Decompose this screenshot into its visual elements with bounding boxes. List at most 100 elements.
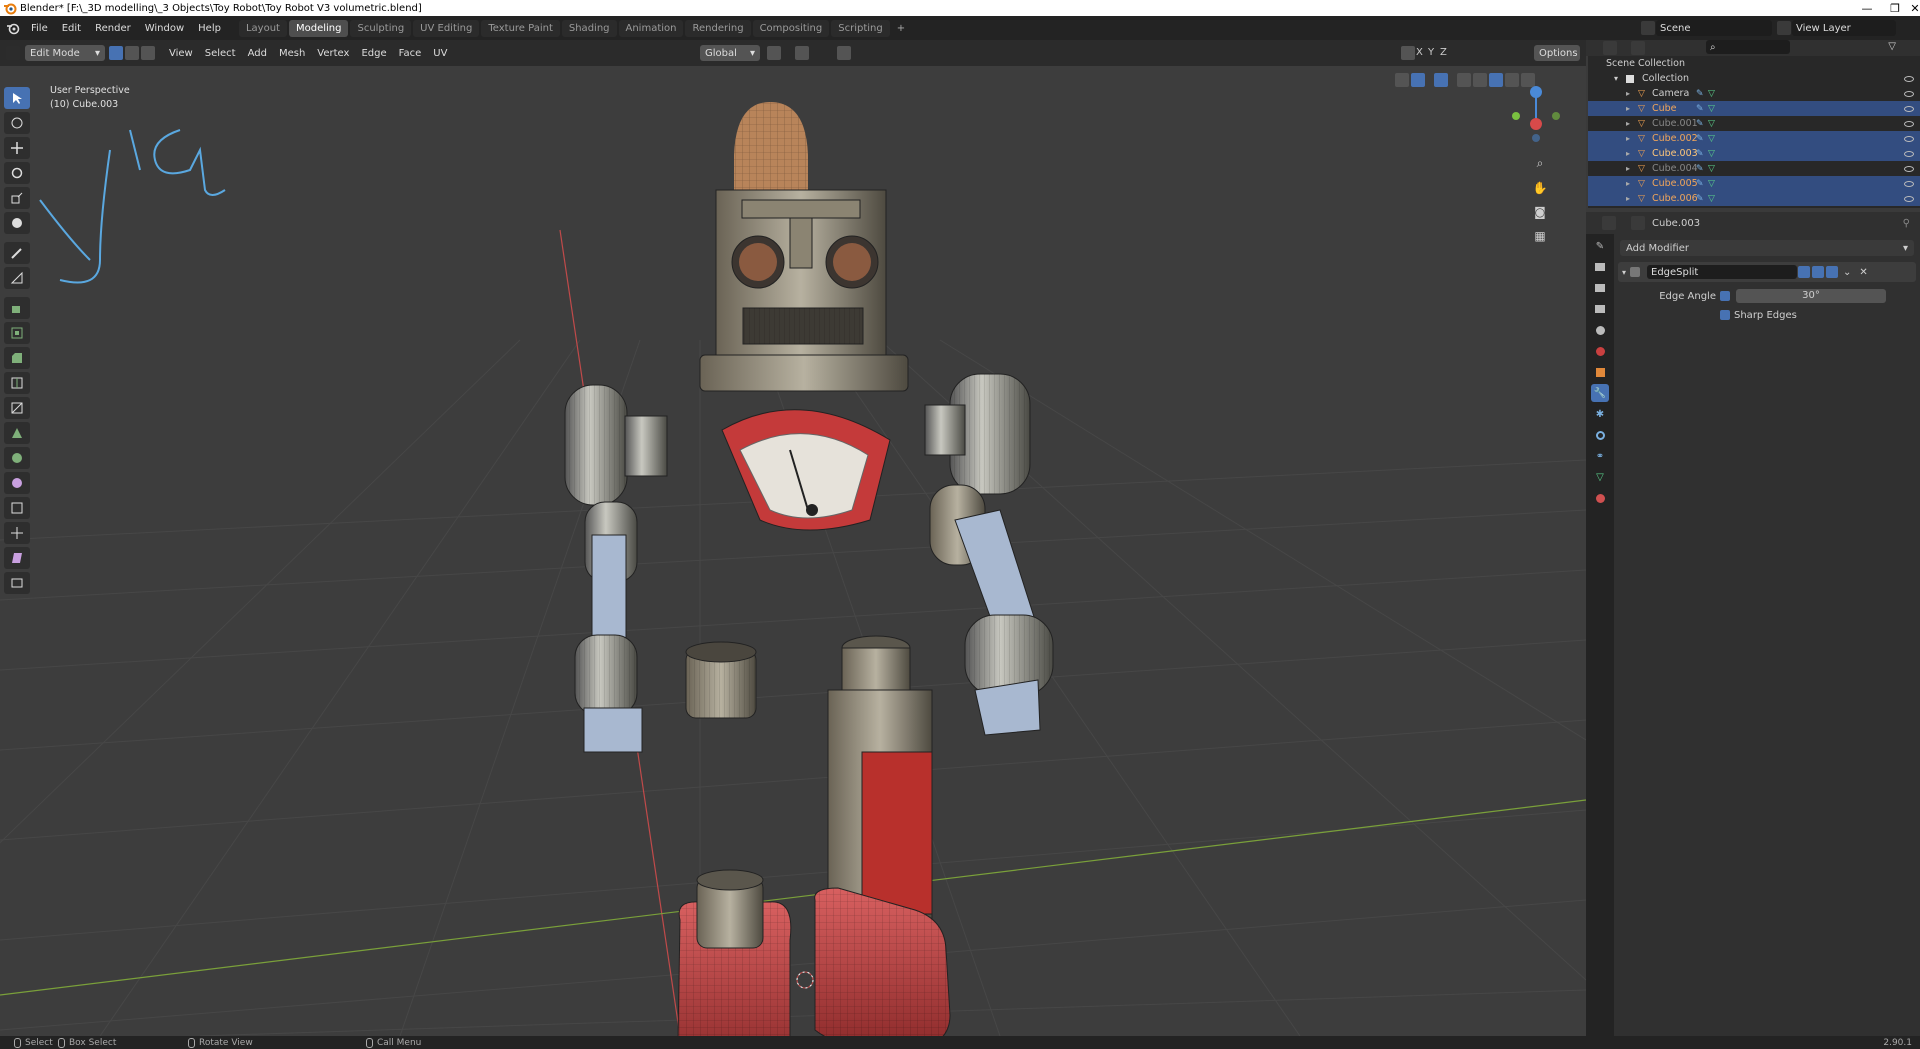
- wireframe-shading-icon[interactable]: [1473, 73, 1487, 87]
- eye-icon[interactable]: [1904, 75, 1914, 82]
- close-button[interactable]: ✕: [1900, 0, 1920, 16]
- menu-mesh[interactable]: Mesh: [273, 48, 311, 59]
- menu-select[interactable]: Select: [199, 48, 242, 59]
- overlay-toggle-icon[interactable]: [1434, 73, 1448, 87]
- edit-mode-toggle-icon[interactable]: [1798, 266, 1811, 278]
- outliner-item[interactable]: ▸ ▽ Cube ✎ ▽: [1588, 101, 1920, 116]
- transform-orientation-dropdown[interactable]: Global ▾: [700, 45, 760, 61]
- render-properties-icon[interactable]: [1591, 258, 1609, 276]
- tool-properties-icon[interactable]: ✎: [1591, 237, 1609, 255]
- select-box-tool[interactable]: [4, 87, 30, 109]
- tab-compositing[interactable]: Compositing: [752, 19, 830, 37]
- face-select-icon[interactable]: [141, 46, 155, 60]
- expand-arrow-icon[interactable]: ▸: [1626, 149, 1630, 158]
- navigation-gizmo[interactable]: ⌕ ✋ ◙ ▦: [1506, 84, 1566, 248]
- loop-cut-tool[interactable]: [4, 372, 30, 394]
- particles-properties-icon[interactable]: ✱: [1591, 405, 1609, 423]
- editor-type-icon[interactable]: [1602, 216, 1616, 230]
- options-dropdown[interactable]: Options: [1534, 45, 1580, 61]
- ortho-grid-icon[interactable]: ▦: [1534, 229, 1545, 243]
- tab-texture-paint[interactable]: Texture Paint: [481, 19, 560, 37]
- expand-arrow-icon[interactable]: ▸: [1626, 179, 1630, 188]
- menu-vertex[interactable]: Vertex: [311, 48, 355, 59]
- cursor-tool[interactable]: [4, 112, 30, 134]
- world-properties-icon[interactable]: [1591, 342, 1609, 360]
- menu-file[interactable]: File: [24, 23, 55, 34]
- robot-left-arm[interactable]: [591, 534, 627, 646]
- 3d-cursor[interactable]: [796, 971, 814, 989]
- snap-icon[interactable]: [795, 46, 809, 60]
- menu-help[interactable]: Help: [191, 23, 228, 34]
- camera-view-icon[interactable]: ◙: [1534, 205, 1546, 219]
- menu-window[interactable]: Window: [138, 23, 191, 34]
- checkbox-icon[interactable]: [1626, 74, 1634, 83]
- material-properties-icon[interactable]: [1591, 489, 1609, 507]
- edgesplit-modifier-header[interactable]: ▾ EdgeSplit ⌄ ✕: [1618, 262, 1916, 282]
- expand-arrow-icon[interactable]: ▸: [1626, 134, 1630, 143]
- menu-edit[interactable]: Edit: [55, 23, 88, 34]
- solid-shading-icon[interactable]: [1489, 73, 1503, 87]
- axis-gizmo-icon[interactable]: [1506, 84, 1566, 144]
- menu-face[interactable]: Face: [393, 48, 428, 59]
- tab-sculpting[interactable]: Sculpting: [350, 19, 412, 37]
- pan-hand-icon[interactable]: ✋: [1533, 181, 1548, 195]
- pivot-point-icon[interactable]: [767, 46, 781, 60]
- outliner-item[interactable]: ▸ ▽ Cube.002 ✎ ▽: [1588, 131, 1920, 146]
- eye-icon[interactable]: [1904, 90, 1914, 97]
- menu-uv[interactable]: UV: [427, 48, 453, 59]
- menu-view[interactable]: View: [163, 48, 199, 59]
- outliner-scene-collection[interactable]: Scene Collection: [1588, 56, 1920, 71]
- scene-selector[interactable]: Scene: [1656, 20, 1772, 36]
- output-properties-icon[interactable]: [1591, 279, 1609, 297]
- display-mode-icon[interactable]: [1631, 41, 1645, 55]
- scene-properties-icon[interactable]: [1591, 321, 1609, 339]
- axis-y-toggle[interactable]: Y: [1428, 47, 1434, 58]
- viewport-toggle-icon[interactable]: [1812, 266, 1825, 278]
- constraints-properties-icon[interactable]: ⚭: [1591, 447, 1609, 465]
- dropdown-arrow-icon[interactable]: ⌄: [1843, 267, 1851, 278]
- 3d-viewport[interactable]: Edit Mode ▾ View Select Add Mesh Vertex E…: [0, 40, 1586, 1036]
- outliner-item[interactable]: ▸ ▽ Camera ✎ ▽: [1588, 86, 1920, 101]
- scale-tool[interactable]: [4, 187, 30, 209]
- poly-build-tool[interactable]: [4, 422, 30, 444]
- tab-rendering[interactable]: Rendering: [685, 19, 751, 37]
- outliner-collection[interactable]: ▾ Collection: [1588, 71, 1920, 86]
- extrude-tool[interactable]: [4, 297, 30, 319]
- menu-render[interactable]: Render: [88, 23, 138, 34]
- spin-tool[interactable]: [4, 447, 30, 469]
- xray-toggle-icon[interactable]: [1457, 73, 1471, 87]
- editor-type-icon[interactable]: [6, 46, 20, 60]
- measure-tool[interactable]: [4, 267, 30, 289]
- edge-angle-field[interactable]: 30°: [1736, 289, 1886, 303]
- outliner-item[interactable]: ▸ ▽ Cube.005 ✎ ▽: [1588, 176, 1920, 191]
- add-workspace-button[interactable]: +: [891, 23, 911, 34]
- tab-scripting[interactable]: Scripting: [831, 19, 890, 37]
- expand-arrow-icon[interactable]: ▸: [1626, 104, 1630, 113]
- tab-layout[interactable]: Layout: [238, 19, 287, 37]
- tab-uv-editing[interactable]: UV Editing: [413, 19, 480, 37]
- editor-type-icon[interactable]: [1603, 41, 1617, 55]
- axis-x-toggle[interactable]: X: [1416, 47, 1423, 58]
- annotate-tool[interactable]: [4, 242, 30, 264]
- zoom-icon[interactable]: ⌕: [1537, 156, 1544, 171]
- mode-selector[interactable]: Edit Mode ▾: [25, 45, 105, 61]
- knife-tool[interactable]: [4, 397, 30, 419]
- eye-icon[interactable]: [1904, 150, 1914, 157]
- move-tool[interactable]: [4, 137, 30, 159]
- outliner-item[interactable]: ▸ ▽ Cube.006 ✎ ▽: [1588, 191, 1920, 206]
- edge-slide-tool[interactable]: [4, 497, 30, 519]
- object-properties-icon[interactable]: [1591, 363, 1609, 381]
- expand-arrow-icon[interactable]: ▸: [1626, 194, 1630, 203]
- proportional-edit-icon[interactable]: [837, 46, 851, 60]
- eye-icon[interactable]: [1904, 165, 1914, 172]
- visibility-icon[interactable]: [1395, 73, 1409, 87]
- edge-angle-checkbox[interactable]: [1720, 291, 1730, 301]
- vertex-select-icon[interactable]: [109, 46, 123, 60]
- render-toggle-icon[interactable]: [1826, 266, 1839, 278]
- sharp-edges-checkbox[interactable]: [1720, 310, 1730, 320]
- remove-modifier-icon[interactable]: ✕: [1859, 267, 1867, 278]
- rip-tool[interactable]: [4, 572, 30, 594]
- expand-arrow-icon[interactable]: ▾: [1614, 74, 1618, 83]
- tab-shading[interactable]: Shading: [561, 19, 617, 37]
- expand-arrow-icon[interactable]: ▸: [1626, 164, 1630, 173]
